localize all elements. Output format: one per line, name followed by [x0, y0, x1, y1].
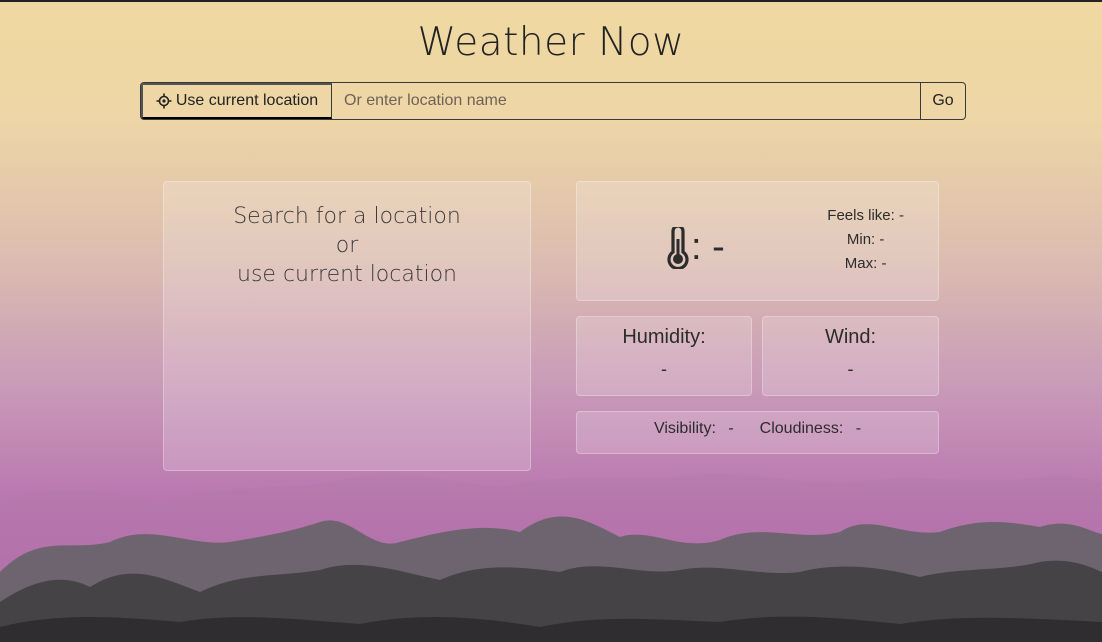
wind-card: Wind: -	[762, 316, 939, 396]
location-search-input[interactable]	[332, 83, 920, 119]
prompt-line-2: or	[335, 233, 359, 258]
visibility-cloudiness-card: Visibility: - Cloudiness: -	[576, 411, 939, 454]
location-card: Search for a location or use current loc…	[163, 181, 531, 471]
wind-value: -	[847, 359, 854, 379]
cloudiness-label: Cloudiness:	[759, 420, 844, 437]
visibility-value: -	[728, 420, 734, 437]
crosshair-icon	[156, 93, 172, 109]
min-temp-label: Min:	[846, 231, 876, 248]
visibility-item: Visibility: -	[654, 420, 734, 438]
max-temp-value: -	[881, 255, 887, 272]
temperature-card: : - Feels like: - Min: - Max: -	[576, 181, 939, 301]
humidity-value: -	[661, 359, 667, 379]
cloudiness-value: -	[855, 420, 862, 437]
prompt-line-1: Search for a location	[233, 204, 461, 229]
wind-label: Wind:	[824, 326, 877, 348]
use-current-location-button[interactable]: Use current location	[141, 83, 332, 119]
feels-like-label: Feels like:	[827, 207, 895, 224]
page-title: Weather Now	[417, 20, 685, 65]
temperature-value: : -	[691, 226, 725, 268]
visibility-cloudiness-row: Visibility: - Cloudiness: -	[577, 420, 938, 438]
max-temp-label: Max:	[844, 255, 878, 272]
visibility-label: Visibility:	[653, 420, 716, 437]
feels-like-value: -	[899, 207, 904, 224]
temperature-main: : -	[665, 226, 725, 269]
max-temp-row: Max: -	[827, 252, 904, 276]
humidity-card: Humidity: -	[576, 316, 752, 396]
use-current-location-label: Use current location	[175, 92, 319, 109]
search-bar: Use current location Go	[140, 82, 966, 120]
mountain-landscape	[0, 474, 1102, 642]
thermometer-icon	[667, 226, 689, 269]
feels-like-row: Feels like: -	[827, 204, 904, 228]
go-button[interactable]: Go	[920, 83, 965, 119]
cloudiness-item: Cloudiness: -	[760, 420, 861, 438]
min-temp-row: Min: -	[827, 228, 904, 252]
prompt-line-3: use current location	[237, 262, 457, 287]
location-prompt: Search for a location or use current loc…	[164, 202, 530, 289]
humidity-label: Humidity:	[622, 326, 706, 348]
min-temp-value: -	[879, 231, 885, 248]
temperature-details: Feels like: - Min: - Max: -	[827, 204, 904, 276]
